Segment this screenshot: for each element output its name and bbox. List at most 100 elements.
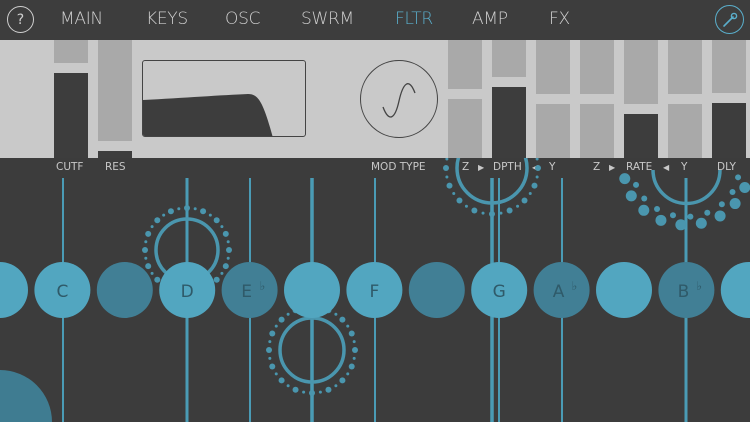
tab-amp[interactable]: AMP [472,9,508,29]
swarm-dot [443,165,449,171]
swarm-dot [531,182,538,189]
key-label: C [56,282,68,302]
swarm-dot [278,316,285,323]
mod-slider-5-fill[interactable] [624,114,658,158]
swarm-dot [675,219,687,231]
swarm-dot [346,324,350,328]
settings-button[interactable] [715,5,744,34]
swarm-dot [456,197,463,204]
swarm-dot [445,175,449,179]
swarm-dot [268,340,272,344]
tab-swrm[interactable]: SWRM [301,9,354,29]
key-blank[interactable] [96,262,153,318]
pitch-bend-pad[interactable] [0,370,52,422]
swarm-dot [266,347,272,353]
swarm-dot [274,372,278,376]
swarm-dot [144,240,148,244]
swarm-dot [292,386,299,393]
swarm-dot [352,340,356,344]
tab-osc[interactable]: OSC [225,9,260,29]
swarm-dot [499,211,503,215]
swarm-dot [142,247,148,253]
flat-sign: ♭ [572,279,578,293]
swarm-dot [200,208,207,215]
top-nav-bar: ? MAIN KEYS OSC SWRM FLTR AMP FX [0,0,750,40]
flat-sign: ♭ [696,279,702,293]
key-blank[interactable] [408,262,465,318]
swarm-dot [339,377,346,384]
tab-keys[interactable]: KEYS [146,9,188,29]
swarm-dot [718,201,725,208]
swarm-dot [625,190,637,202]
swarm-dot [464,204,468,208]
swarm-dot [729,188,736,195]
mod-slider-3-track[interactable] [536,40,570,94]
swarm-dot [471,207,478,214]
tab-fx[interactable]: FX [549,9,570,29]
swarm-dot [352,356,356,360]
swarm-dot [144,256,148,260]
mod-slider-5-track[interactable] [624,40,658,104]
swarm-dot [535,175,539,179]
key-blank[interactable] [0,262,28,318]
swarm-dot [154,217,161,224]
mod-type-button[interactable] [360,60,438,138]
swarm-dot [452,192,456,196]
mod-slider-6-track[interactable] [668,40,702,94]
mod-slider-1-track[interactable] [448,40,482,89]
resonance-slider-track[interactable] [98,40,132,141]
resonance-slider-fill[interactable] [98,151,132,158]
mod-slider-6-fill[interactable] [668,104,702,158]
help-button[interactable]: ? [7,6,34,33]
key-label: E [241,282,252,302]
swarm-dot [286,384,290,388]
swarm-dot [687,213,694,220]
swarm-dot [226,247,232,253]
mod-slider-3-fill[interactable] [536,104,570,158]
swarm-dot [325,386,332,393]
key-label: G [493,282,506,302]
swarm-dot [220,225,224,229]
swarm-dot [704,209,711,216]
swarm-dot [193,207,197,211]
swarm-dot [521,197,528,204]
key-blank[interactable] [284,262,340,318]
swarm-dot [208,213,212,217]
swarm-dot [302,390,306,394]
mod-slider-4-track[interactable] [580,40,614,94]
swarm-dot [162,213,166,217]
key-label: A [553,282,565,302]
keyboard-swarm-area[interactable]: C D E ♭ F G A ♭ B ♭ [0,158,750,422]
swarm-dot [528,192,532,196]
mod-slider-2-track[interactable] [492,40,526,77]
swarm-dot [226,240,230,244]
tab-main[interactable]: MAIN [60,9,103,29]
swarm-dot [535,165,541,171]
key-blank[interactable] [596,262,652,318]
swarm-dot [348,363,355,370]
swarm-dot [619,173,631,185]
swarm-dot [739,181,750,193]
swarm-dot [145,230,152,237]
swarm-dot [641,195,648,202]
key-blank[interactable] [720,262,750,318]
mod-slider-4-fill[interactable] [580,104,614,158]
cutoff-slider-fill[interactable] [54,73,88,158]
swarm-dot [220,271,224,275]
swarm-dot [184,205,190,211]
cutoff-slider-track[interactable] [54,40,88,63]
swarm-dot [334,384,338,388]
swarm-dot [729,198,741,210]
swarm-dot [654,206,661,213]
question-icon: ? [16,11,25,28]
mod-slider-2-fill[interactable] [492,87,526,158]
mod-slider-7-fill[interactable] [712,103,746,158]
swarm-dot [150,271,154,275]
sine-wave-icon [382,83,416,118]
swarm-dot [481,211,485,215]
swarm-dot [638,204,650,216]
swarm-dot [154,276,161,283]
tab-fltr[interactable]: FLTR [395,9,433,29]
mod-slider-7-track[interactable] [712,40,746,93]
mod-slider-1-fill[interactable] [448,99,482,158]
